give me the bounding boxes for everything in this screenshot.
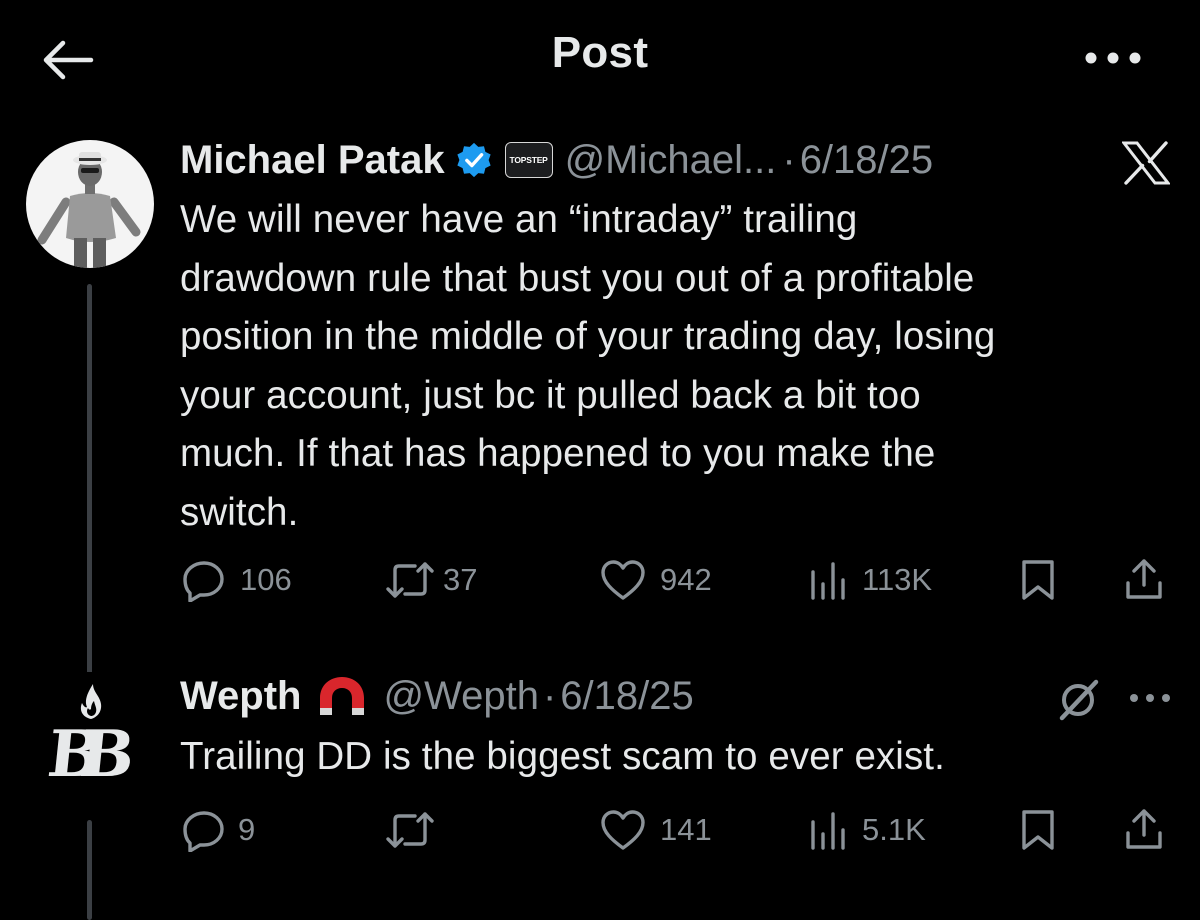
- bookmark-button[interactable]: [1016, 558, 1060, 602]
- verified-badge-icon: [455, 141, 493, 179]
- reply-author-name[interactable]: Wepth: [180, 672, 301, 720]
- reply-icon: [183, 561, 224, 602]
- post-date[interactable]: 6/18/25: [800, 136, 933, 184]
- share-icon: [1126, 559, 1162, 599]
- x-logo-button[interactable]: [1118, 140, 1174, 186]
- reply-count: 9: [238, 812, 256, 847]
- share-button[interactable]: [1122, 806, 1166, 852]
- heart-icon: [601, 560, 645, 600]
- avatar-michael-patak[interactable]: [26, 140, 154, 268]
- more-horizontal-icon: [1130, 694, 1170, 702]
- page-title: Post: [551, 28, 649, 77]
- reply-icon: [183, 811, 224, 852]
- grok-button[interactable]: [1054, 676, 1102, 724]
- analytics-icon: [811, 812, 845, 850]
- reply-author-handle[interactable]: @Wepth: [383, 672, 539, 720]
- post-text: We will never have an “intraday” trailin…: [180, 198, 996, 534]
- top-bar: Post: [0, 0, 1200, 120]
- view-count: 113K: [862, 562, 933, 597]
- like-button[interactable]: 141: [600, 800, 712, 860]
- post-actions: 106 37 942 113K: [180, 550, 1170, 610]
- reply-header: Wepth @Wepth · 6/18/25: [180, 672, 694, 720]
- magnet-emoji-icon: [315, 674, 369, 718]
- views-button[interactable]: 5.1K: [808, 800, 926, 860]
- bookmark-icon: [1022, 560, 1054, 600]
- bookmark-icon: [1022, 810, 1054, 850]
- like-count: 942: [660, 562, 712, 597]
- profile-photo-icon: [26, 140, 154, 268]
- repost-icon: [386, 562, 434, 598]
- bookmark-button[interactable]: [1016, 808, 1060, 852]
- brand-logo-text: BB: [44, 717, 117, 792]
- view-count: 5.1K: [862, 812, 926, 847]
- like-button[interactable]: 942: [600, 550, 712, 610]
- reply-text: Trailing DD is the biggest scam to ever …: [180, 735, 945, 778]
- repost-button[interactable]: [385, 800, 449, 860]
- avatar-wepth[interactable]: BB: [26, 672, 154, 822]
- affiliate-badge[interactable]: TOPSTEP: [504, 142, 553, 178]
- share-button[interactable]: [1122, 556, 1166, 602]
- affiliate-badge-label: TOPSTEP: [509, 155, 548, 165]
- reply-more-button[interactable]: [1126, 686, 1174, 710]
- reply-actions: 9 141 5.1K: [180, 800, 1170, 860]
- heart-icon: [601, 810, 645, 850]
- like-count: 141: [660, 812, 712, 847]
- reply-date[interactable]: 6/18/25: [560, 672, 693, 720]
- share-icon: [1126, 809, 1162, 849]
- author-name[interactable]: Michael Patak: [180, 136, 445, 184]
- thread-connector-line: [87, 820, 92, 920]
- grok-icon: [1059, 679, 1099, 721]
- meta-separator: ·: [542, 674, 557, 718]
- x-logo-icon: [1122, 141, 1170, 185]
- views-button[interactable]: 113K: [808, 550, 932, 610]
- reply-count: 106: [240, 562, 292, 597]
- repost-icon: [386, 812, 434, 848]
- meta-separator: ·: [782, 138, 796, 182]
- post-header: Michael Patak TOPSTEP @Michael... · 6/18…: [180, 136, 933, 184]
- analytics-icon: [811, 562, 845, 600]
- more-options-button[interactable]: [1078, 36, 1148, 80]
- reply-button[interactable]: 9: [182, 800, 255, 860]
- flame-logo-icon: [80, 684, 102, 719]
- more-horizontal-icon: [1085, 52, 1141, 64]
- reply-button[interactable]: 106: [182, 550, 292, 610]
- repost-button[interactable]: 37: [385, 550, 477, 610]
- author-handle[interactable]: @Michael...: [565, 136, 777, 184]
- repost-count: 37: [443, 562, 478, 597]
